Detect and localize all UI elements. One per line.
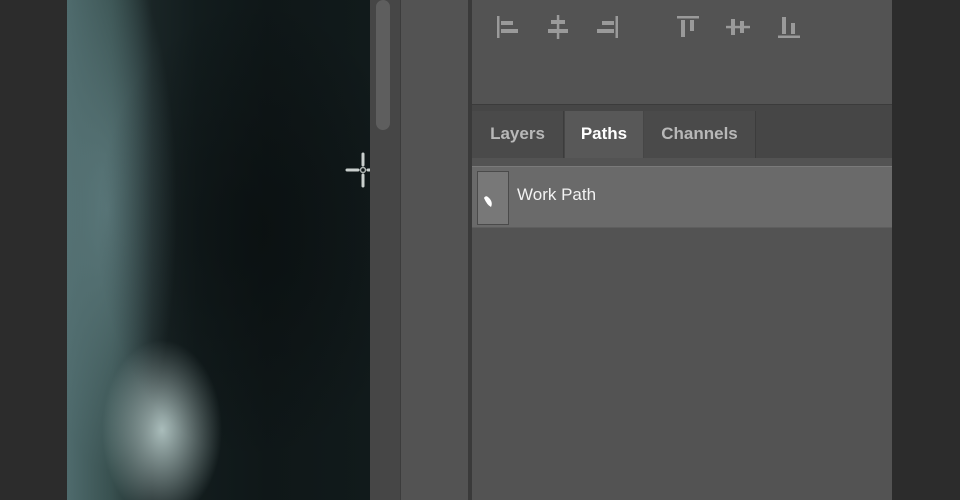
left-letterbox <box>0 0 67 500</box>
tab-paths[interactable]: Paths <box>565 111 643 159</box>
panel-tab-strip: Layers Paths Channels <box>472 104 892 159</box>
align-horizontal-centers-icon[interactable] <box>543 12 573 42</box>
path-name: Work Path <box>517 185 597 204</box>
crosshair-icon <box>345 152 370 188</box>
align-top-edges-icon[interactable] <box>673 12 703 42</box>
align-bottom-edges-icon[interactable] <box>774 12 804 42</box>
tab-layers[interactable]: Layers <box>472 111 564 159</box>
canvas-image-shading <box>67 0 370 500</box>
properties-panel: Layers Paths Channels Work Path <box>472 0 892 500</box>
align-left-edges-icon[interactable] <box>492 12 522 42</box>
scrollbar-thumb[interactable] <box>376 0 390 130</box>
path-thumbnail <box>477 171 509 225</box>
align-vertical-centers-icon[interactable] <box>723 12 753 42</box>
tab-channels[interactable]: Channels <box>644 111 756 159</box>
image-canvas[interactable] <box>67 0 370 500</box>
right-letterbox <box>892 0 960 500</box>
panel-gutter <box>401 0 468 500</box>
align-right-edges-icon[interactable] <box>593 12 623 42</box>
paths-list: Work Path <box>472 158 892 500</box>
align-toolbar <box>472 0 892 104</box>
path-row-work-path[interactable]: Work Path <box>472 166 892 228</box>
